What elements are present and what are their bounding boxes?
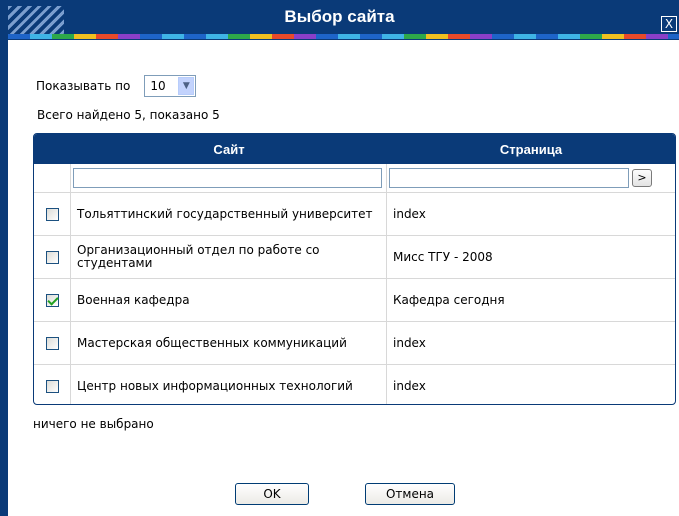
per-page-value: 10 (150, 79, 166, 93)
row-checkbox[interactable] (45, 207, 59, 221)
ok-button[interactable]: OK (235, 483, 309, 505)
filter-row: > (34, 164, 675, 193)
row-check-cell (34, 322, 71, 364)
row-check-cell (34, 365, 71, 404)
filter-site-cell (71, 164, 387, 192)
filter-page-cell: > (387, 168, 675, 188)
page-filter-input[interactable] (389, 168, 629, 188)
site-name: Военная кафедра (71, 279, 387, 321)
cancel-button[interactable]: Отмена (365, 483, 455, 505)
table-header: Сайт Страница (34, 134, 675, 164)
row-checkbox[interactable] (45, 379, 59, 393)
filter-check-cell (34, 164, 71, 192)
row-checkbox[interactable] (45, 336, 59, 350)
dialog-content: Показывать по 10 ▼ Всего найдено 5, пока… (8, 40, 679, 516)
close-icon[interactable]: X (661, 16, 677, 32)
table-row[interactable]: Организационный отдел по работе со студе… (34, 236, 675, 279)
site-name: Тольяттинский государственный университе… (71, 193, 387, 235)
dialog-titlebar: Выбор сайта X (0, 0, 679, 40)
dialog-title: Выбор сайта (284, 7, 395, 26)
page-name: index (393, 336, 426, 350)
per-page-row: Показывать по 10 ▼ (36, 75, 197, 97)
row-check-cell (34, 236, 71, 278)
table-row[interactable]: Центр новых информационных технологий in… (34, 365, 675, 404)
table-row[interactable]: Военная кафедра Кафедра сегодня (34, 279, 675, 322)
table-row[interactable]: Мастерская общественных коммуникаций ind… (34, 322, 675, 365)
per-page-label: Показывать по (36, 79, 131, 93)
header-site[interactable]: Сайт (71, 142, 387, 157)
decorative-stripe (8, 34, 679, 39)
header-page[interactable]: Страница (387, 142, 675, 157)
site-name: Организационный отдел по работе со студе… (71, 236, 387, 278)
page-name: Кафедра сегодня (393, 293, 505, 307)
sites-table: Сайт Страница > Тольяттинский государств… (33, 133, 676, 405)
page-name: index (393, 379, 426, 393)
page-name: index (393, 207, 426, 221)
page-name: Мисс ТГУ - 2008 (393, 250, 493, 264)
results-count: Всего найдено 5, показано 5 (37, 108, 220, 122)
per-page-select[interactable]: 10 ▼ (144, 75, 197, 97)
row-checkbox-checked[interactable] (45, 293, 59, 307)
site-filter-input[interactable] (73, 168, 382, 188)
chevron-down-icon[interactable]: ▼ (178, 77, 195, 95)
filter-apply-button[interactable]: > (632, 169, 652, 187)
row-checkbox[interactable] (45, 250, 59, 264)
row-check-cell (34, 193, 71, 235)
dialog-left-border (0, 40, 8, 516)
site-name: Мастерская общественных коммуникаций (71, 322, 387, 364)
table-row[interactable]: Тольяттинский государственный университе… (34, 193, 675, 236)
row-check-cell (34, 279, 71, 321)
site-name: Центр новых информационных технологий (71, 365, 387, 404)
selection-status: ничего не выбрано (33, 417, 154, 431)
